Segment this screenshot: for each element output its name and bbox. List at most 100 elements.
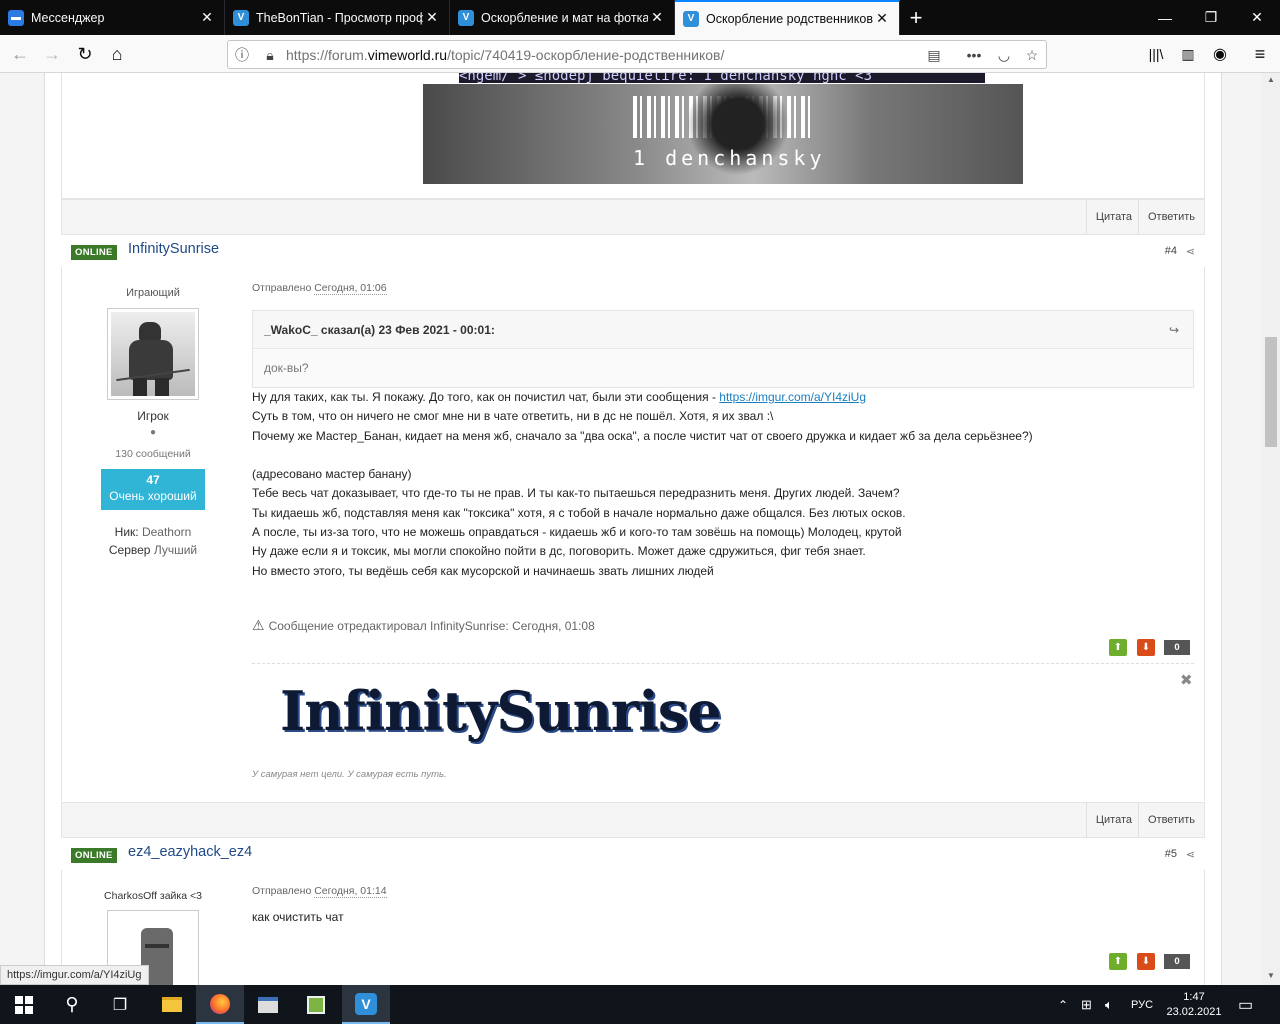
new-tab-button[interactable]: + <box>900 0 932 35</box>
vote-count: 0 <box>1164 954 1190 969</box>
close-tab-icon[interactable]: ✕ <box>198 9 216 26</box>
url-text[interactable]: https://forum.vimeworld.ru/topic/740419-… <box>286 47 724 63</box>
vote-down-icon[interactable]: ⬇ <box>1137 639 1155 656</box>
vote-up-icon[interactable]: ⬆ <box>1109 953 1127 970</box>
account-icon[interactable]: ◉ <box>1205 39 1235 69</box>
scroll-down-icon[interactable]: ▼ <box>1262 971 1280 980</box>
quote-button[interactable]: Цитата <box>1085 200 1141 234</box>
hide-signature-icon[interactable]: ✖ <box>1180 671 1193 689</box>
bookmark-star-icon[interactable]: ☆ <box>1022 45 1042 65</box>
back-icon[interactable]: ← <box>5 39 35 69</box>
scrollbar-thumb[interactable] <box>1265 337 1277 447</box>
post-line: А после, ты из-за того, что не можешь оп… <box>252 525 902 540</box>
post-line: Ну даже если я и токсик, мы могли спокой… <box>252 544 866 559</box>
page-actions-icon[interactable]: ••• <box>964 45 984 65</box>
tab-profile[interactable]: V TheBonTian - Просмотр профиля ✕ <box>225 0 450 35</box>
reply-button[interactable]: Ответить <box>1137 200 1204 234</box>
task-view-icon[interactable]: ❐ <box>96 985 144 1024</box>
reputation-box: 47 Очень хороший <box>101 469 205 510</box>
edited-text: Сообщение отредактировал InfinitySunrise… <box>268 619 595 633</box>
signature-text: У самурая нет цели. У самурая есть путь. <box>252 769 447 780</box>
clock-date: 23.02.2021 <box>1166 1006 1222 1018</box>
close-tab-icon[interactable]: ✕ <box>873 10 891 27</box>
close-tab-icon[interactable]: ✕ <box>648 9 666 26</box>
vimeworld-icon: V <box>683 10 699 27</box>
library-icon[interactable]: |||\ <box>1141 39 1171 69</box>
quote-button[interactable]: Цитата <box>1085 803 1141 837</box>
post-line-text: Ну для таких, как ты. Я покажу. До того,… <box>252 390 720 404</box>
home-icon[interactable]: ⌂ <box>102 39 132 69</box>
vertical-scrollbar[interactable]: ▲ ▼ <box>1262 73 1280 985</box>
previous-post: 1 denchansky <ngem/ > ≤nodepj bequietire… <box>61 73 1205 199</box>
close-tab-icon[interactable]: ✕ <box>423 9 441 26</box>
lock-icon[interactable]: 🔒︎ <box>260 45 280 65</box>
user-group-title: CharkosOff зайка <3 <box>104 890 202 902</box>
sidebar-icon[interactable]: ▥ <box>1173 39 1203 69</box>
reader-view-icon[interactable]: ▤ <box>924 45 944 65</box>
file-explorer-icon[interactable] <box>148 985 196 1024</box>
post-line: Ну для таких, как ты. Я покажу. До того,… <box>252 388 1194 407</box>
reload-icon[interactable]: ↻ <box>70 39 100 69</box>
post-line: Но вместо этого, ты ведёшь себя как мусо… <box>252 563 714 578</box>
pocket-icon[interactable]: ◡ <box>994 45 1014 65</box>
network-icon[interactable]: ⊞ <box>1081 985 1092 1024</box>
online-badge: ONLINE <box>71 245 117 260</box>
share-icon[interactable]: ⋖ <box>1186 848 1195 861</box>
edited-note: ⚠ Сообщение отредактировал InfinitySunris… <box>252 617 595 634</box>
volume-icon[interactable]: 🔈︎ <box>1105 985 1113 1024</box>
vote-up-icon[interactable]: ⬆ <box>1109 639 1127 656</box>
tab-topic-photos[interactable]: V Оскорбление и мат на фотках ✕ <box>450 0 675 35</box>
quote-jump-icon[interactable]: ↪ <box>1169 323 1179 337</box>
forward-icon[interactable]: → <box>37 39 67 69</box>
post-number-link[interactable]: #4 <box>1165 245 1177 257</box>
author-link[interactable]: InfinitySunrise <box>128 241 219 257</box>
vimeworld-app-icon[interactable]: V <box>342 985 390 1024</box>
clock[interactable]: 1:47 23.02.2021 <box>1166 985 1222 1024</box>
server-row: Сервер Лучший <box>98 543 208 557</box>
rank-pip-icon: ● <box>149 427 157 438</box>
samurai-avatar-image <box>111 312 195 396</box>
post-number-link[interactable]: #5 <box>1165 848 1177 860</box>
restore-icon[interactable]: ❐ <box>1188 0 1234 35</box>
quote-body: док-вы? <box>264 361 309 375</box>
windows-taskbar: ⚲ ❐ V ⌃ ⊞ 🔈︎ РУС 1:47 23.02.2021 ▭ <box>0 985 1280 1024</box>
search-icon[interactable]: ⚲ <box>48 985 96 1024</box>
author-link[interactable]: ez4_eazyhack_ez4 <box>128 844 252 860</box>
vote-down-icon[interactable]: ⬇ <box>1137 953 1155 970</box>
app-window-icon[interactable] <box>244 985 292 1024</box>
scroll-up-icon[interactable]: ▲ <box>1262 75 1280 84</box>
quote-block: _WakoC_ сказал(а) 23 Фев 2021 - 00:01: ↪… <box>252 310 1194 388</box>
signature-divider <box>252 663 1194 664</box>
posted-time: Сегодня, 01:06 <box>314 282 387 295</box>
tab-title: Оскорбление родственников <box>706 11 873 26</box>
posted-label: Отправлено <box>252 885 312 897</box>
editor-icon[interactable] <box>292 985 340 1024</box>
posted-meta: Отправлено Сегодня, 01:06 <box>252 282 387 295</box>
post-body: Ну для таких, как ты. Я покажу. До того,… <box>252 388 1194 581</box>
avatar[interactable] <box>107 308 199 400</box>
firefox-icon[interactable] <box>196 985 244 1024</box>
tray-chevron-icon[interactable]: ⌃ <box>1058 985 1068 1024</box>
menu-icon[interactable]: ≡ <box>1245 39 1275 69</box>
notifications-icon[interactable]: ▭ <box>1238 985 1253 1024</box>
post-4: Играющий Игрок ● 130 сообщений 47 Очень … <box>61 267 1205 801</box>
post-line: Тебе весь чат доказывает, что где-то ты … <box>252 486 900 501</box>
address-bar[interactable]: ⓘ 🔒︎ https://forum.vimeworld.ru/topic/74… <box>227 40 1047 69</box>
messenger-icon: ▬ <box>8 9 24 26</box>
nick-row: Ник: Deathorn <box>98 525 208 539</box>
imgur-link[interactable]: https://imgur.com/a/YI4ziUg <box>719 390 866 404</box>
post-actions-bar: Цитата Ответить <box>61 199 1205 235</box>
close-window-icon[interactable]: ✕ <box>1234 0 1280 35</box>
signature-image: InfinitySunrise <box>280 679 722 743</box>
clock-time: 1:47 <box>1183 991 1205 1003</box>
start-icon[interactable] <box>0 985 48 1024</box>
minimize-icon[interactable]: — <box>1142 0 1188 35</box>
share-icon[interactable]: ⋖ <box>1186 245 1195 258</box>
tab-topic-relatives[interactable]: V Оскорбление родственников ✕ <box>675 0 900 35</box>
page-viewport: 1 denchansky <ngem/ > ≤nodepj bequietire… <box>0 73 1262 985</box>
tab-messenger[interactable]: ▬ Мессенджер ✕ <box>0 0 225 35</box>
language-indicator[interactable]: РУС <box>1131 985 1153 1024</box>
site-info-icon[interactable]: ⓘ <box>232 45 252 65</box>
reply-button[interactable]: Ответить <box>1137 803 1204 837</box>
tab-title: Оскорбление и мат на фотках <box>481 10 648 25</box>
